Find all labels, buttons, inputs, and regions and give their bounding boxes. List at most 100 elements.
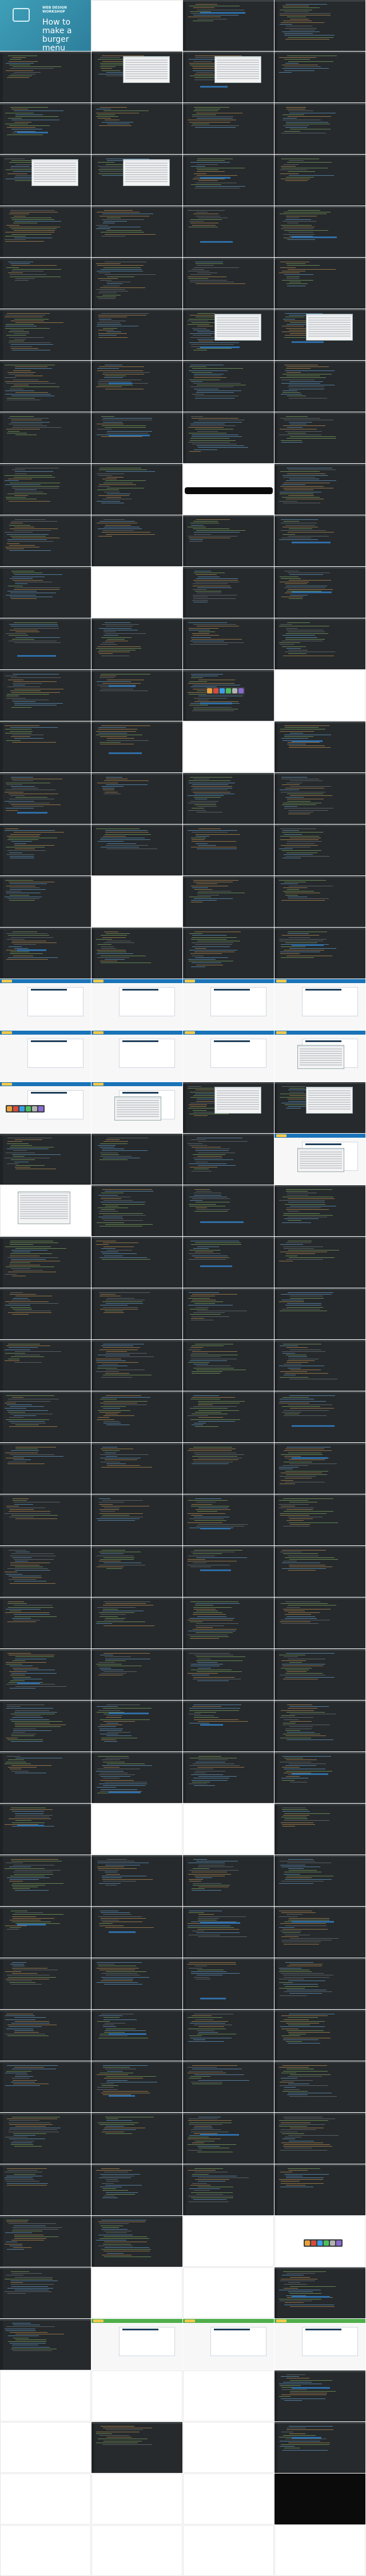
site-logo[interactable] — [93, 1083, 104, 1086]
editor-toolbar — [92, 1185, 182, 1187]
code-line — [15, 1518, 57, 1520]
site-logo[interactable] — [185, 1031, 195, 1034]
dock-app-icon[interactable] — [13, 1106, 18, 1111]
video-frame-editor — [92, 1752, 182, 1803]
app-dock[interactable] — [6, 1105, 45, 1113]
video-frame-editor — [0, 258, 91, 309]
dock-app-icon[interactable] — [317, 2240, 323, 2246]
editor-toolbar — [92, 1958, 182, 1960]
dock-app-icon[interactable] — [26, 1106, 31, 1111]
dock-app-icon[interactable] — [19, 1106, 25, 1111]
dock-app-icon[interactable] — [213, 688, 218, 693]
editor-gutter — [0, 1857, 3, 1906]
code-line — [7, 1603, 27, 1604]
brand-line-2: WORKSHOP — [42, 10, 65, 14]
dock-app-icon[interactable] — [305, 2240, 310, 2246]
code-line — [97, 370, 143, 371]
dock-app-icon[interactable] — [226, 688, 231, 693]
app-dock[interactable] — [206, 687, 245, 695]
code-line — [100, 107, 127, 108]
editor-toolbar — [92, 1288, 182, 1290]
code-line — [194, 701, 238, 702]
editor-toolbar — [274, 155, 365, 156]
code-line — [99, 2015, 122, 2017]
code-line — [195, 2179, 229, 2180]
dialog-window[interactable] — [123, 56, 170, 83]
editor-toolbar — [274, 825, 365, 826]
dock-app-icon[interactable] — [220, 688, 225, 693]
site-logo[interactable] — [276, 2319, 287, 2322]
dock-app-icon[interactable] — [32, 1106, 37, 1111]
site-logo[interactable] — [276, 980, 287, 983]
editor-toolbar — [0, 825, 91, 826]
dialog-window[interactable] — [214, 56, 261, 83]
video-frame-editor — [92, 1546, 182, 1597]
dock-app-icon[interactable] — [311, 2240, 316, 2246]
dock-app-icon[interactable] — [238, 688, 244, 693]
dialog-window[interactable] — [214, 1087, 261, 1114]
dialog-row — [20, 1200, 68, 1201]
code-line — [282, 1406, 320, 1407]
editor-gutter — [0, 826, 3, 875]
code-line — [99, 1923, 113, 1924]
dialog-window[interactable] — [214, 314, 261, 341]
editor-gutter — [0, 1238, 3, 1288]
code-line — [7, 1653, 31, 1654]
code-line — [285, 2302, 304, 2303]
app-dock[interactable] — [304, 2239, 343, 2247]
code-line — [290, 780, 323, 782]
code-line — [14, 338, 26, 340]
site-logo[interactable] — [185, 2319, 195, 2322]
editor-toolbar — [183, 1597, 274, 1599]
site-logo[interactable] — [93, 1031, 104, 1034]
editor-gutter — [92, 723, 94, 772]
editor-gutter — [274, 1445, 277, 1494]
dock-app-icon[interactable] — [7, 1106, 12, 1111]
video-frame-editor — [274, 1649, 365, 1700]
code-line — [5, 1971, 21, 1972]
editor-gutter — [92, 2166, 94, 2215]
code-line — [282, 1767, 300, 1768]
code-line — [5, 1612, 49, 1614]
dock-app-icon[interactable] — [232, 688, 237, 693]
site-logo[interactable] — [185, 980, 195, 983]
site-logo[interactable] — [2, 1031, 12, 1034]
code-line — [107, 2080, 128, 2081]
site-logo[interactable] — [2, 1083, 12, 1086]
editor-toolbar — [0, 670, 91, 672]
dock-app-icon[interactable] — [330, 2240, 335, 2246]
dialog-window[interactable] — [123, 159, 170, 186]
site-logo[interactable] — [93, 980, 104, 983]
editor-gutter — [0, 2115, 3, 2164]
dock-app-icon[interactable] — [324, 2240, 329, 2246]
site-logo[interactable] — [276, 1134, 287, 1137]
video-frame-blank — [183, 2267, 274, 2318]
dialog-window[interactable] — [31, 159, 78, 186]
code-line — [194, 2126, 212, 2127]
dialog-window[interactable] — [306, 314, 353, 341]
code-line — [286, 1770, 332, 1772]
code-line — [96, 2433, 112, 2434]
dialog-window[interactable] — [114, 1096, 161, 1121]
code-line — [14, 2067, 44, 2068]
dialog-row — [308, 1106, 351, 1107]
editor-gutter — [183, 2166, 186, 2215]
code-line — [285, 1986, 319, 1987]
dialog-window[interactable] — [297, 1045, 344, 1069]
editor-gutter — [274, 1496, 277, 1545]
site-logo[interactable] — [2, 980, 12, 983]
dock-app-icon[interactable] — [38, 1106, 43, 1111]
site-logo[interactable] — [93, 2319, 104, 2322]
site-logo[interactable] — [276, 1031, 287, 1034]
dialog-window[interactable] — [18, 1192, 70, 1224]
code-line — [101, 1376, 132, 1378]
code-line — [11, 265, 57, 266]
dialog-window[interactable] — [306, 1087, 353, 1114]
dialog-row — [300, 1151, 342, 1153]
code-line — [280, 267, 296, 268]
dock-app-icon[interactable] — [336, 2240, 341, 2246]
dock-app-icon[interactable] — [207, 688, 212, 693]
dialog-window[interactable] — [297, 1148, 344, 1172]
code-line — [100, 2238, 149, 2239]
code-line — [98, 1410, 130, 1411]
